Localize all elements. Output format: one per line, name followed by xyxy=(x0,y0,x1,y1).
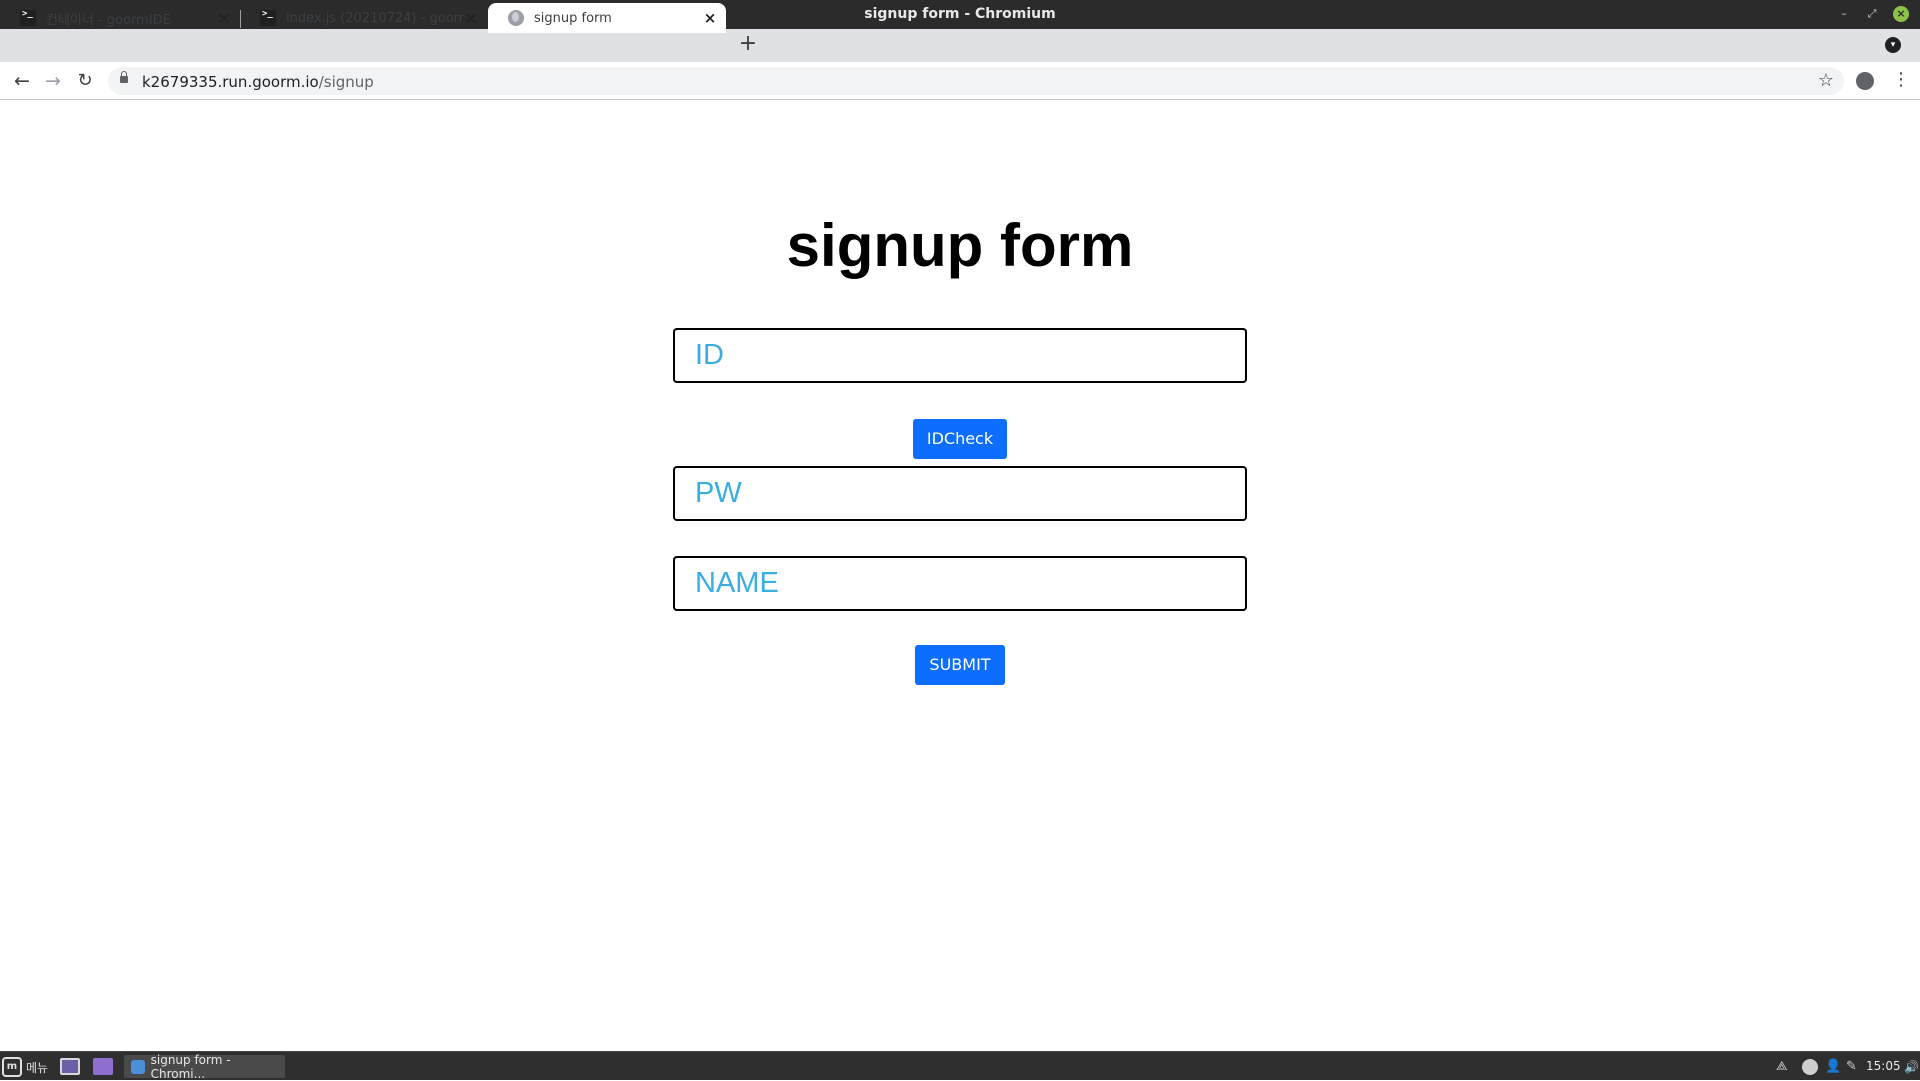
idcheck-button[interactable]: IDCheck xyxy=(913,419,1007,459)
submit-button[interactable]: SUBMIT xyxy=(915,645,1005,685)
start-menu-button[interactable]: m 메뉴 xyxy=(2,1056,48,1078)
tab-search-icon[interactable]: ▾ xyxy=(1885,37,1901,53)
tab-close-button[interactable]: × xyxy=(702,10,718,26)
globe-icon xyxy=(508,10,524,26)
tab-index-js[interactable]: index.js (20210724) - goormIDE × xyxy=(240,3,487,33)
terminal-icon xyxy=(20,9,36,26)
address-bar[interactable]: k2679335.run.goorm.io/signup ☆ xyxy=(108,67,1844,95)
terminal-icon xyxy=(260,9,276,26)
name-input[interactable] xyxy=(673,556,1247,611)
tab-signup-form-active[interactable]: signup form × xyxy=(488,3,726,33)
network-icon[interactable]: ⟁ xyxy=(1776,1059,1792,1075)
taskbar-window-chromium[interactable]: signup form - Chromi... xyxy=(124,1052,285,1081)
show-desktop-icon[interactable] xyxy=(60,1058,80,1075)
file-manager-icon[interactable] xyxy=(93,1058,113,1075)
minimize-button[interactable]: – xyxy=(1835,5,1853,23)
maximize-button[interactable]: ⤢ xyxy=(1863,5,1881,23)
page-content: signup form IDCheck SUBMIT xyxy=(0,101,1920,1051)
tab-label: signup form xyxy=(534,10,612,26)
tab-label: index.js (20210724) - goormIDE xyxy=(286,10,463,26)
profile-avatar-icon[interactable] xyxy=(1856,72,1874,90)
id-input[interactable] xyxy=(673,328,1247,383)
close-window-button[interactable]: × xyxy=(1893,6,1909,22)
start-menu-label: 메뉴 xyxy=(26,1060,49,1075)
browser-toolbar: ← → ↻ k2679335.run.goorm.io/signup ☆ ⋮ xyxy=(0,62,1920,100)
bookmark-star-icon[interactable]: ☆ xyxy=(1818,70,1834,91)
clock[interactable]: 15:05 xyxy=(1866,1059,1901,1073)
tab-label: 컨테이너 - goormIDE xyxy=(46,12,171,28)
reload-button[interactable]: ↻ xyxy=(73,69,97,93)
browser-menu-icon[interactable]: ⋮ xyxy=(1892,70,1910,90)
taskbar-window-label: signup form - Chromi... xyxy=(150,1052,231,1081)
status-circle-icon[interactable] xyxy=(1802,1059,1818,1075)
new-tab-button[interactable]: + xyxy=(738,33,758,55)
user-icon[interactable]: 👤 xyxy=(1825,1059,1841,1075)
tab-goormide-container[interactable]: 컨테이너 - goormIDE × xyxy=(0,3,240,33)
password-input[interactable] xyxy=(673,466,1247,521)
page-title: signup form xyxy=(786,212,1134,279)
chromium-icon xyxy=(131,1059,145,1074)
url-path: /signup xyxy=(318,73,374,91)
lock-icon[interactable] xyxy=(120,71,128,83)
volume-icon[interactable]: 🔊 xyxy=(1904,1059,1919,1075)
os-taskbar: m 메뉴 signup form - Chromi... ⟁ 👤 ✎ 15:05… xyxy=(0,1051,1920,1081)
tab-close-button[interactable]: × xyxy=(463,10,479,26)
tab-strip xyxy=(0,29,1920,62)
back-button[interactable]: ← xyxy=(10,69,34,93)
pen-icon[interactable]: ✎ xyxy=(1846,1059,1860,1075)
tab-close-button[interactable]: × xyxy=(216,10,232,26)
url-host: k2679335.run.goorm.io xyxy=(142,73,319,91)
forward-button[interactable]: → xyxy=(41,69,65,93)
url-text: k2679335.run.goorm.io/signup xyxy=(142,73,374,91)
mint-logo-icon: m xyxy=(2,1057,22,1077)
